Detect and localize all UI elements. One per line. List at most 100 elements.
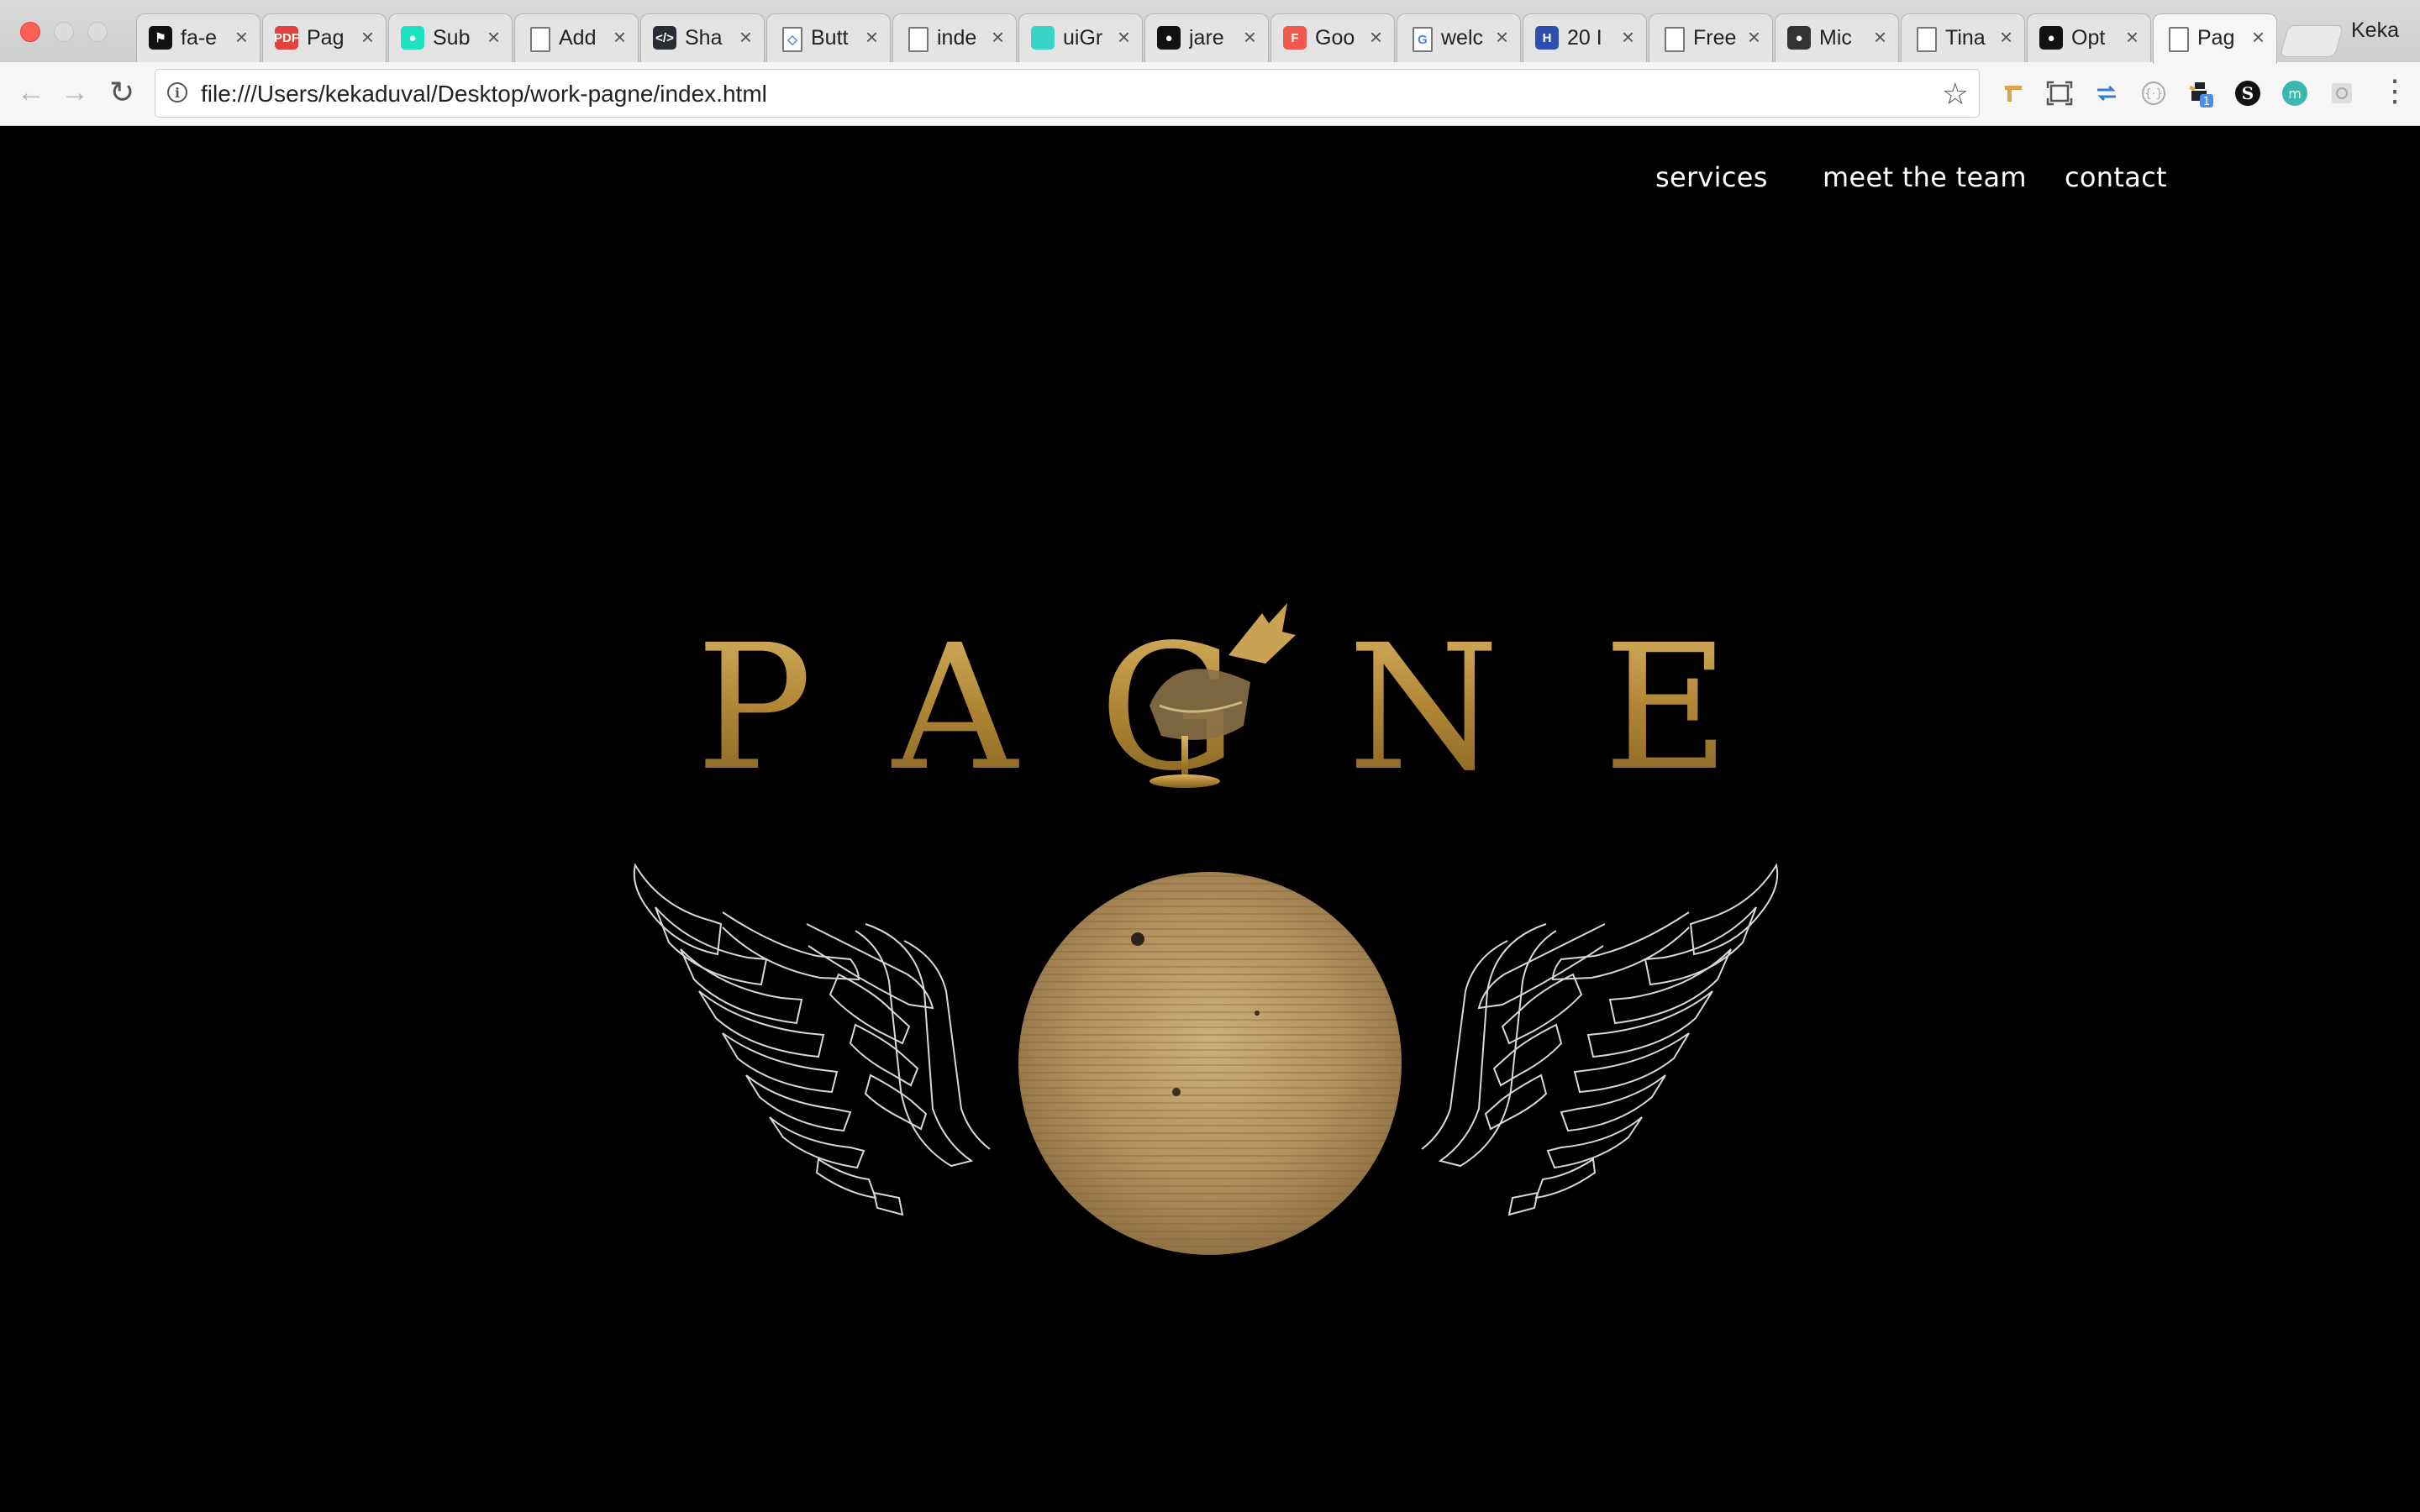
tab-close-icon[interactable]: × (1874, 24, 1886, 50)
tab-title: jare (1189, 26, 1224, 50)
svg-text:{·}: {·} (2144, 87, 2163, 101)
tab-close-icon[interactable]: × (992, 24, 1004, 50)
close-window-button[interactable] (20, 22, 40, 42)
browser-menu-icon[interactable]: ⋮ (2380, 74, 2410, 108)
browser-tab[interactable]: PDF Pag × (262, 13, 387, 62)
github-icon: ● (2039, 26, 2063, 50)
tab-title: Pag (307, 26, 345, 50)
tab-title: Mic (1819, 26, 1852, 50)
puzzle-icon[interactable] (2328, 79, 2356, 108)
nav-link-contact[interactable]: contact (2065, 161, 2167, 193)
browser-tab[interactable]: </> Sha × (640, 13, 765, 62)
logo-letter-p: P (696, 607, 813, 809)
codepen-icon: ◇ (782, 27, 802, 52)
tab-close-icon[interactable]: × (1370, 24, 1382, 50)
browser-tab[interactable]: Gwelc × (1397, 13, 1521, 62)
tab-title: Sha (685, 26, 723, 50)
tab-close-icon[interactable]: × (1748, 24, 1760, 50)
minimize-window-button[interactable] (54, 22, 74, 42)
flag-icon: ⚑ (149, 26, 172, 50)
browser-toolbar: ← → ↻ i file:///Users/kekaduval/Desktop/… (0, 62, 2420, 126)
browser-tab[interactable]: Free × (1649, 13, 1773, 62)
browser-tab[interactable]: F Goo × (1270, 13, 1395, 62)
code-icon: </> (653, 26, 676, 50)
font-icon: F (1283, 26, 1307, 50)
screen-capture-icon[interactable] (2045, 79, 2074, 108)
nav-link-services[interactable]: services (1655, 161, 1768, 193)
forward-arrow-icon[interactable]: → (60, 76, 89, 109)
browser-tab[interactable]: ⚑ fa-e × (136, 13, 260, 62)
url-text[interactable]: file:///Users/kekaduval/Desktop/work-pag… (201, 81, 767, 108)
browser-tab[interactable]: ◇ Butt × (766, 13, 891, 62)
browser-tab[interactable]: Pag × (2153, 13, 2277, 64)
browser-tab[interactable]: uiGr × (1018, 13, 1143, 62)
svg-text:m: m (2288, 86, 2302, 102)
new-tab-button[interactable] (2279, 25, 2344, 57)
tab-title: fa-e (181, 26, 218, 50)
logo-letter-e: E (1603, 607, 1729, 809)
gold-sphere-icon (1018, 872, 1402, 1255)
tab-close-icon[interactable]: × (2126, 24, 2139, 50)
browser-tab[interactable]: ● Mic × (1775, 13, 1899, 62)
tab-title: Tina (1945, 26, 1986, 50)
pdf-icon: PDF (274, 26, 299, 50)
site-navigation: services meet the team contact (1630, 161, 2168, 203)
google-icon: G (1413, 27, 1433, 52)
notification-icon[interactable]: 1 (2186, 79, 2215, 108)
browser-tab[interactable]: H 20 I × (1523, 13, 1647, 62)
pagne-logo: P A G N E (633, 603, 1779, 1255)
gradient-icon (1031, 26, 1055, 50)
reload-icon[interactable]: ↻ (109, 76, 134, 109)
github-icon: ● (1157, 26, 1181, 50)
tab-close-icon[interactable]: × (361, 24, 374, 50)
page-icon (1665, 27, 1685, 52)
tab-close-icon[interactable]: × (235, 24, 248, 50)
tab-title: inde (937, 26, 977, 50)
bookmark-star-icon[interactable]: ☆ (1942, 76, 1969, 112)
back-arrow-icon[interactable]: ← (17, 76, 45, 109)
tab-close-icon[interactable]: × (865, 24, 878, 50)
tab-title: Sub (433, 26, 471, 50)
tab-title: 20 I (1567, 26, 1602, 50)
tab-close-icon[interactable]: × (1244, 24, 1256, 50)
browser-tab[interactable]: Add × (514, 13, 639, 62)
s-icon[interactable]: S (2233, 79, 2262, 108)
avatar-icon: ● (1787, 26, 1811, 50)
address-bar[interactable]: i file:///Users/kekaduval/Desktop/work-p… (155, 69, 1980, 118)
tab-close-icon[interactable]: × (2000, 24, 2012, 50)
tab-title: Pag (2197, 26, 2235, 50)
browser-tab[interactable]: ● jare × (1144, 13, 1269, 62)
browser-tab[interactable]: ● Sub × (388, 13, 513, 62)
tab-list: ⚑ fa-e × PDF Pag × ● Sub × Add × </> Sha × ◇ Butt × inde ×… (136, 13, 2287, 64)
maximize-window-button[interactable] (87, 22, 108, 42)
tab-close-icon[interactable]: × (739, 24, 752, 50)
tab-close-icon[interactable]: × (613, 24, 626, 50)
tab-close-icon[interactable]: × (1118, 24, 1130, 50)
tab-title: Goo (1315, 26, 1355, 50)
h-icon: H (1535, 26, 1559, 50)
m-icon[interactable]: m (2281, 79, 2309, 108)
page-icon (908, 27, 929, 52)
tab-title: uiGr (1063, 26, 1103, 50)
browser-tab[interactable]: Tina × (1901, 13, 2025, 62)
tab-close-icon[interactable]: × (1622, 24, 1634, 50)
profile-name[interactable]: Keka (2351, 18, 2420, 43)
info-icon[interactable]: i (167, 82, 187, 102)
left-wing-icon (633, 863, 991, 1216)
arrows-icon[interactable] (2092, 79, 2121, 108)
browser-tab[interactable]: ● Opt × (2027, 13, 2151, 62)
extension-badge: 1 (2203, 96, 2210, 108)
tools-icon[interactable] (2000, 79, 2028, 108)
tab-close-icon[interactable]: × (487, 24, 500, 50)
nav-link-meet-the-team[interactable]: meet the team (1823, 161, 2027, 193)
website-page: services meet the team contact P A N E (0, 126, 2420, 1512)
bracket-icon[interactable]: {·} (2139, 79, 2168, 108)
logo-letter-n: N (1348, 607, 1499, 809)
tab-title: welc (1441, 26, 1484, 50)
page-icon (530, 27, 550, 52)
right-wing-icon (1421, 863, 1779, 1216)
tab-close-icon[interactable]: × (1496, 24, 1508, 50)
browser-tab[interactable]: inde × (892, 13, 1017, 62)
tab-title: Free (1693, 26, 1737, 50)
tab-close-icon[interactable]: × (2252, 24, 2265, 50)
